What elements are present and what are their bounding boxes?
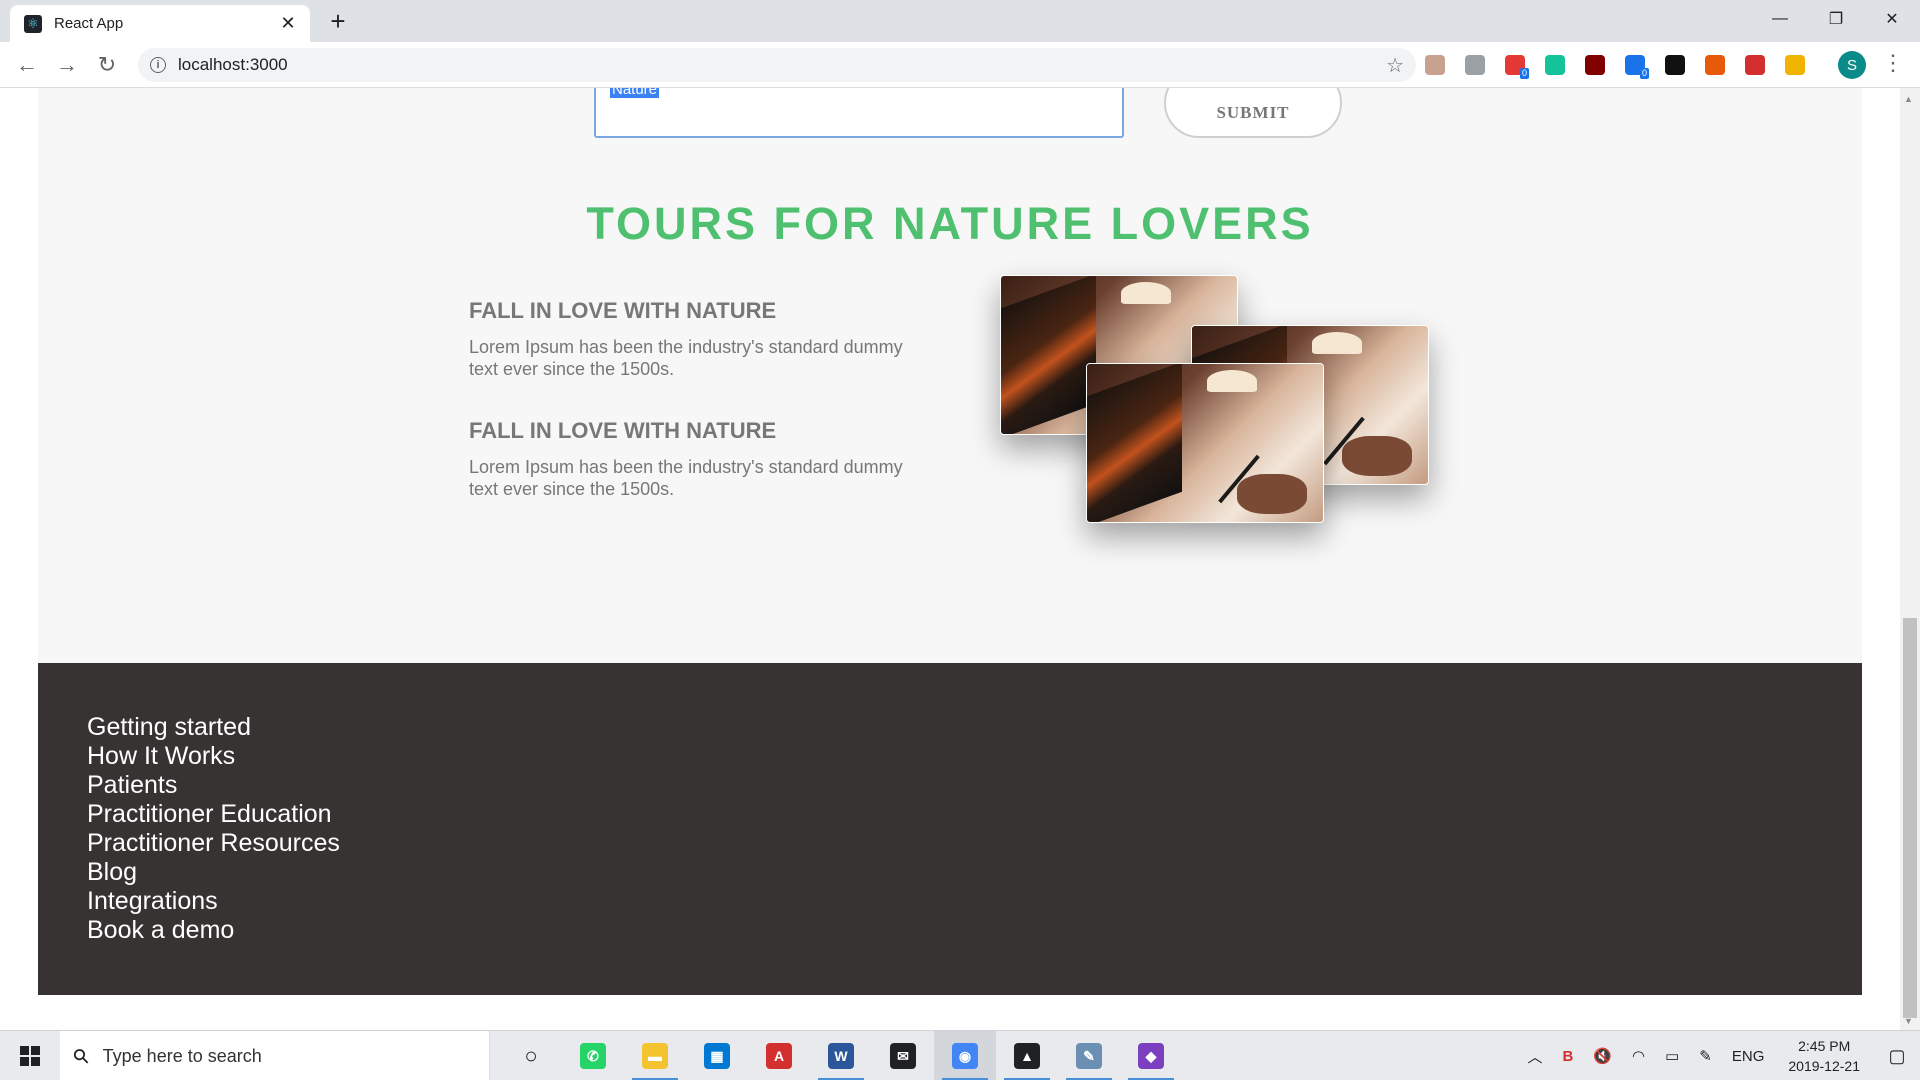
bookmark-star-icon[interactable]: ☆ bbox=[1386, 53, 1404, 78]
extensions-bar: 00 bbox=[1420, 50, 1810, 80]
photos-icon[interactable]: ▲ bbox=[996, 1031, 1058, 1080]
browser-menu-icon[interactable]: ⋮ bbox=[1882, 50, 1904, 76]
browser-tab[interactable]: ⚛ React App ✕ bbox=[10, 5, 310, 42]
clock-time: 2:45 PM bbox=[1798, 1038, 1851, 1054]
office-ext-icon[interactable] bbox=[1700, 50, 1730, 80]
footer-link-book-a-demo[interactable]: Book a demo bbox=[87, 916, 340, 945]
feature-text: Lorem Ipsum has been the industry's stan… bbox=[469, 457, 903, 499]
page-viewport: Nature SUBMIT TOURS FOR NATURE LOVERS FA… bbox=[0, 88, 1920, 1030]
clock-date: 2019-12-21 bbox=[1788, 1058, 1860, 1074]
footer-link-patients[interactable]: Patients bbox=[87, 771, 340, 800]
paint-icon[interactable]: ✎ bbox=[1058, 1031, 1120, 1080]
mail-icon[interactable]: ✉ bbox=[872, 1031, 934, 1080]
windows-taskbar: ⚲ Type here to search ○ ✆ ▬ ▦ A W ✉ ◉ ▲ ✎ ◆ ︿ B 🔇 … bbox=[0, 1030, 1920, 1080]
search-icon: ⚲ bbox=[68, 1043, 95, 1070]
file-explorer-icon[interactable]: ▬ bbox=[624, 1031, 686, 1080]
reload-button[interactable]: ↻ bbox=[92, 50, 122, 80]
pdf-red-ext-icon[interactable] bbox=[1740, 50, 1770, 80]
store-icon[interactable]: ▦ bbox=[686, 1031, 748, 1080]
window-controls: — ❐ ✕ bbox=[1752, 0, 1920, 38]
ublock-ext-icon[interactable] bbox=[1580, 50, 1610, 80]
word-icon[interactable]: W bbox=[810, 1031, 872, 1080]
url-text: localhost:3000 bbox=[178, 55, 288, 74]
json-ext-icon[interactable] bbox=[1780, 50, 1810, 80]
translate-ext-icon[interactable] bbox=[1460, 50, 1490, 80]
scroll-up-icon[interactable]: ▲ bbox=[1904, 94, 1913, 104]
show-hidden-icons-icon[interactable]: ︿ bbox=[1527, 1046, 1542, 1067]
section-title: TOURS FOR NATURE LOVERS bbox=[586, 198, 1314, 249]
back-button[interactable]: ← bbox=[12, 50, 42, 80]
system-tray: ︿ B 🔇 ◠ ▭ ✎ ENG 2:45 PM 2019-12-21 ▢ bbox=[1517, 1031, 1920, 1080]
react-favicon-icon: ⚛ bbox=[24, 14, 42, 33]
site-info-icon[interactable]: i bbox=[150, 57, 166, 73]
minimize-button[interactable]: — bbox=[1752, 0, 1808, 38]
cortana-icon[interactable]: ○ bbox=[500, 1031, 562, 1080]
feature-heading: FALL IN LOVE WITH NATURE bbox=[469, 418, 777, 443]
footer-link-practitioner-education[interactable]: Practitioner Education bbox=[87, 800, 340, 829]
input-selected-text: Nature bbox=[610, 88, 660, 98]
submit-button[interactable]: SUBMIT bbox=[1164, 88, 1342, 138]
language-indicator[interactable]: ENG bbox=[1732, 1048, 1765, 1065]
feature-block: FALL IN LOVE WITH NATURE Lorem Ipsum has… bbox=[469, 298, 909, 380]
chrome-icon[interactable]: ◉ bbox=[934, 1031, 996, 1080]
feature-block: FALL IN LOVE WITH NATURE Lorem Ipsum has… bbox=[469, 418, 909, 500]
restore-button[interactable]: ❐ bbox=[1808, 0, 1864, 38]
browser-toolbar: ← → ↻ i localhost:3000 ☆ 00 bbox=[0, 42, 1920, 88]
start-button[interactable] bbox=[0, 1031, 60, 1080]
footer-links: Getting started How It Works Patients Pr… bbox=[87, 713, 340, 945]
search-input[interactable]: Nature bbox=[594, 88, 1124, 138]
git-icon[interactable]: ◆ bbox=[1120, 1031, 1182, 1080]
footer-link-integrations[interactable]: Integrations bbox=[87, 887, 340, 916]
footer-link-how-it-works[interactable]: How It Works bbox=[87, 742, 340, 771]
scroll-thumb[interactable] bbox=[1903, 618, 1917, 1018]
tours-section: Nature SUBMIT TOURS FOR NATURE LOVERS FA… bbox=[38, 88, 1862, 663]
notifications-icon[interactable]: ▢ bbox=[1874, 1031, 1920, 1080]
page-scrollbar[interactable]: ▲ ▼ bbox=[1900, 88, 1920, 1030]
close-tab-icon[interactable]: ✕ bbox=[278, 13, 298, 34]
footer-link-getting-started[interactable]: Getting started bbox=[87, 713, 340, 742]
profile-avatar[interactable]: S bbox=[1838, 51, 1866, 79]
tray-app-icon[interactable]: B bbox=[1562, 1048, 1573, 1065]
feature-heading: FALL IN LOVE WITH NATURE bbox=[469, 298, 777, 323]
pdf-ext-icon[interactable] bbox=[1420, 50, 1450, 80]
grammarly-ext-icon[interactable] bbox=[1540, 50, 1570, 80]
taskbar-search[interactable]: ⚲ Type here to search bbox=[60, 1031, 490, 1080]
close-window-button[interactable]: ✕ bbox=[1864, 0, 1920, 38]
whatsapp-icon[interactable]: ✆ bbox=[562, 1031, 624, 1080]
forward-button[interactable]: → bbox=[52, 50, 82, 80]
browser-tab-strip: ⚛ React App ✕ + — ❐ ✕ bbox=[0, 0, 1920, 42]
pen-icon[interactable]: ✎ bbox=[1699, 1047, 1712, 1065]
taskbar-search-placeholder: Type here to search bbox=[102, 1045, 262, 1066]
acrobat-icon[interactable]: A bbox=[748, 1031, 810, 1080]
volume-muted-icon[interactable]: 🔇 bbox=[1593, 1047, 1612, 1065]
photo-laptop-3 bbox=[1086, 363, 1324, 523]
shield-ext-icon[interactable] bbox=[1660, 50, 1690, 80]
taskbar-apps: ○ ✆ ▬ ▦ A W ✉ ◉ ▲ ✎ ◆ bbox=[500, 1031, 1182, 1080]
clock[interactable]: 2:45 PM 2019-12-21 bbox=[1788, 1036, 1860, 1076]
address-bar[interactable]: i localhost:3000 ☆ bbox=[138, 48, 1416, 82]
battery-icon[interactable]: ▭ bbox=[1665, 1047, 1679, 1065]
footer-link-practitioner-resources[interactable]: Practitioner Resources bbox=[87, 829, 340, 858]
feature-text: Lorem Ipsum has been the industry's stan… bbox=[469, 337, 903, 379]
site-footer: Getting started How It Works Patients Pr… bbox=[38, 663, 1862, 995]
wifi-icon[interactable]: ◠ bbox=[1632, 1047, 1645, 1065]
social-ext-icon[interactable]: 0 bbox=[1620, 50, 1650, 80]
new-tab-button[interactable]: + bbox=[326, 6, 350, 36]
footer-link-blog[interactable]: Blog bbox=[87, 858, 340, 887]
grammar-ext-icon[interactable]: 0 bbox=[1500, 50, 1530, 80]
tab-title: React App bbox=[54, 15, 124, 32]
scroll-down-icon[interactable]: ▼ bbox=[1904, 1016, 1913, 1026]
windows-logo-icon bbox=[20, 1046, 40, 1066]
